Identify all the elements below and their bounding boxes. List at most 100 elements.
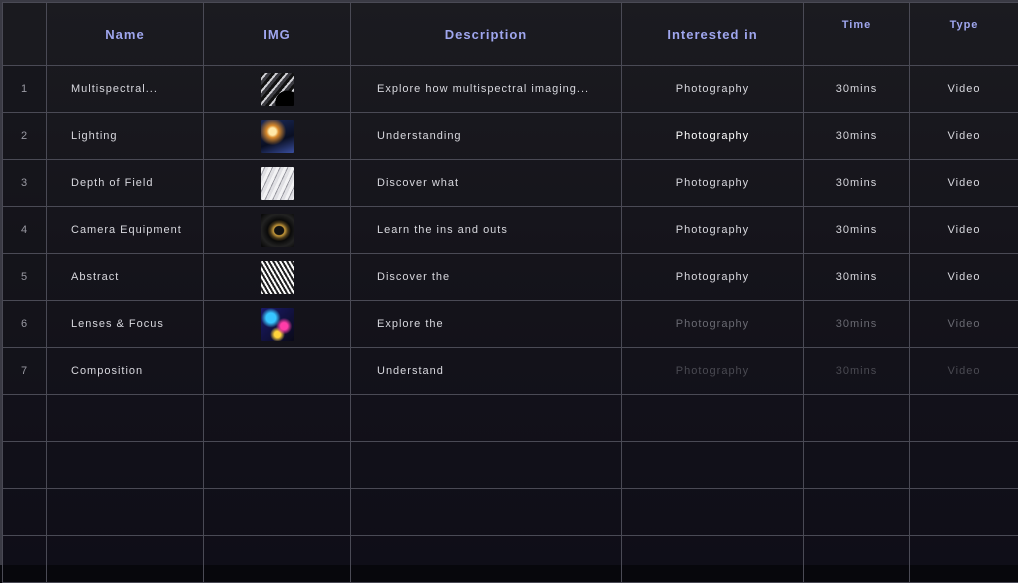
cell-interested-in[interactable]: Photography	[622, 254, 804, 301]
cell-img[interactable]	[204, 113, 351, 160]
row-number	[3, 536, 47, 583]
column-header-img[interactable]: IMG	[204, 3, 351, 66]
cell-name[interactable]: Multispectral...	[47, 66, 204, 113]
cell-interested-in[interactable]: Photography	[622, 301, 804, 348]
empty-cell[interactable]	[47, 442, 204, 489]
cell-interested-in[interactable]: Photography	[622, 160, 804, 207]
empty-cell[interactable]	[622, 442, 804, 489]
empty-row[interactable]	[3, 395, 1018, 442]
cell-time[interactable]: 30mins	[804, 66, 910, 113]
empty-cell[interactable]	[204, 442, 351, 489]
cell-name[interactable]: Camera Equipment	[47, 207, 204, 254]
cell-name[interactable]: Lighting	[47, 113, 204, 160]
cell-type[interactable]: Video	[910, 160, 1018, 207]
empty-cell[interactable]	[204, 395, 351, 442]
cell-time[interactable]: 30mins	[804, 207, 910, 254]
abstract-spiral-thumbnail[interactable]	[261, 261, 294, 294]
column-header-type[interactable]: Type	[910, 3, 1018, 66]
empty-cell[interactable]	[910, 442, 1018, 489]
empty-cell[interactable]	[910, 536, 1018, 583]
column-header-time[interactable]: Time	[804, 3, 910, 66]
empty-cell[interactable]	[47, 489, 204, 536]
cell-interested-in[interactable]: Photography	[622, 207, 804, 254]
cell-img[interactable]	[204, 301, 351, 348]
cell-description[interactable]: Discover what	[351, 160, 622, 207]
cell-description[interactable]: Learn the ins and outs	[351, 207, 622, 254]
cell-img[interactable]	[204, 207, 351, 254]
table-row[interactable]: 2 Lighting Understanding Photography 30m…	[3, 113, 1018, 160]
cell-img[interactable]	[204, 160, 351, 207]
camera-lens-thumbnail[interactable]	[261, 214, 294, 247]
cell-interested-in[interactable]: Photography	[622, 348, 804, 395]
empty-cell[interactable]	[622, 489, 804, 536]
table-row[interactable]: 6 Lenses & Focus Explore the Photography…	[3, 301, 1018, 348]
curved-metal-thumbnail[interactable]	[261, 73, 294, 106]
row-number: 3	[3, 160, 47, 207]
header-row: Name IMG Description Interested in Time …	[3, 3, 1018, 66]
empty-cell[interactable]	[804, 536, 910, 583]
empty-cell[interactable]	[351, 536, 622, 583]
empty-cell[interactable]	[910, 395, 1018, 442]
table-row[interactable]: 5 Abstract Discover the Photography 30mi…	[3, 254, 1018, 301]
row-number: 5	[3, 254, 47, 301]
empty-cell[interactable]	[47, 395, 204, 442]
cell-name[interactable]: Abstract	[47, 254, 204, 301]
cell-time[interactable]: 30mins	[804, 113, 910, 160]
cell-img[interactable]	[204, 254, 351, 301]
cell-time[interactable]: 30mins	[804, 348, 910, 395]
cell-interested-in[interactable]: Photography	[622, 113, 804, 160]
empty-cell[interactable]	[351, 442, 622, 489]
cell-type[interactable]: Video	[910, 113, 1018, 160]
cell-name[interactable]: Composition	[47, 348, 204, 395]
empty-row[interactable]	[3, 442, 1018, 489]
row-number	[3, 442, 47, 489]
empty-cell[interactable]	[804, 442, 910, 489]
empty-cell[interactable]	[910, 489, 1018, 536]
column-header-description[interactable]: Description	[351, 3, 622, 66]
studio-light-thumbnail[interactable]	[261, 120, 294, 153]
empty-row[interactable]	[3, 536, 1018, 583]
empty-cell[interactable]	[47, 536, 204, 583]
empty-cell[interactable]	[622, 536, 804, 583]
cell-type[interactable]: Video	[910, 207, 1018, 254]
empty-cell[interactable]	[622, 395, 804, 442]
row-number: 2	[3, 113, 47, 160]
cell-name[interactable]: Lenses & Focus	[47, 301, 204, 348]
empty-cell[interactable]	[804, 395, 910, 442]
empty-cell[interactable]	[351, 395, 622, 442]
row-number: 4	[3, 207, 47, 254]
cell-description[interactable]: Understanding	[351, 113, 622, 160]
table-row[interactable]: 3 Depth of Field Discover what Photograp…	[3, 160, 1018, 207]
table-row[interactable]: 1 Multispectral... Explore how multispec…	[3, 66, 1018, 113]
cell-type[interactable]: Video	[910, 348, 1018, 395]
white-waves-thumbnail[interactable]	[261, 167, 294, 200]
cell-description[interactable]: Discover the	[351, 254, 622, 301]
cell-time[interactable]: 30mins	[804, 301, 910, 348]
cell-type[interactable]: Video	[910, 66, 1018, 113]
cell-time[interactable]: 30mins	[804, 160, 910, 207]
cell-name[interactable]: Depth of Field	[47, 160, 204, 207]
column-header-name[interactable]: Name	[47, 3, 204, 66]
empty-cell[interactable]	[351, 489, 622, 536]
empty-cell[interactable]	[204, 489, 351, 536]
cell-img[interactable]	[204, 66, 351, 113]
empty-cell[interactable]	[204, 536, 351, 583]
column-header-interested-in[interactable]: Interested in	[622, 3, 804, 66]
data-table-container: Name IMG Description Interested in Time …	[0, 0, 1018, 565]
row-number-header	[3, 3, 47, 66]
cell-description[interactable]: Explore the	[351, 301, 622, 348]
empty-cell[interactable]	[804, 489, 910, 536]
table-row[interactable]: 7 Composition Understand Photography 30m…	[3, 348, 1018, 395]
empty-row[interactable]	[3, 489, 1018, 536]
cell-description[interactable]: Explore how multispectral imaging...	[351, 66, 622, 113]
cell-description[interactable]: Understand	[351, 348, 622, 395]
cell-img[interactable]	[204, 348, 351, 395]
cell-interested-in[interactable]: Photography	[622, 66, 804, 113]
row-number: 1	[3, 66, 47, 113]
cell-time[interactable]: 30mins	[804, 254, 910, 301]
colorful-abstract-thumbnail[interactable]	[261, 308, 294, 341]
cell-type[interactable]: Video	[910, 301, 1018, 348]
row-number: 7	[3, 348, 47, 395]
table-row[interactable]: 4 Camera Equipment Learn the ins and out…	[3, 207, 1018, 254]
cell-type[interactable]: Video	[910, 254, 1018, 301]
